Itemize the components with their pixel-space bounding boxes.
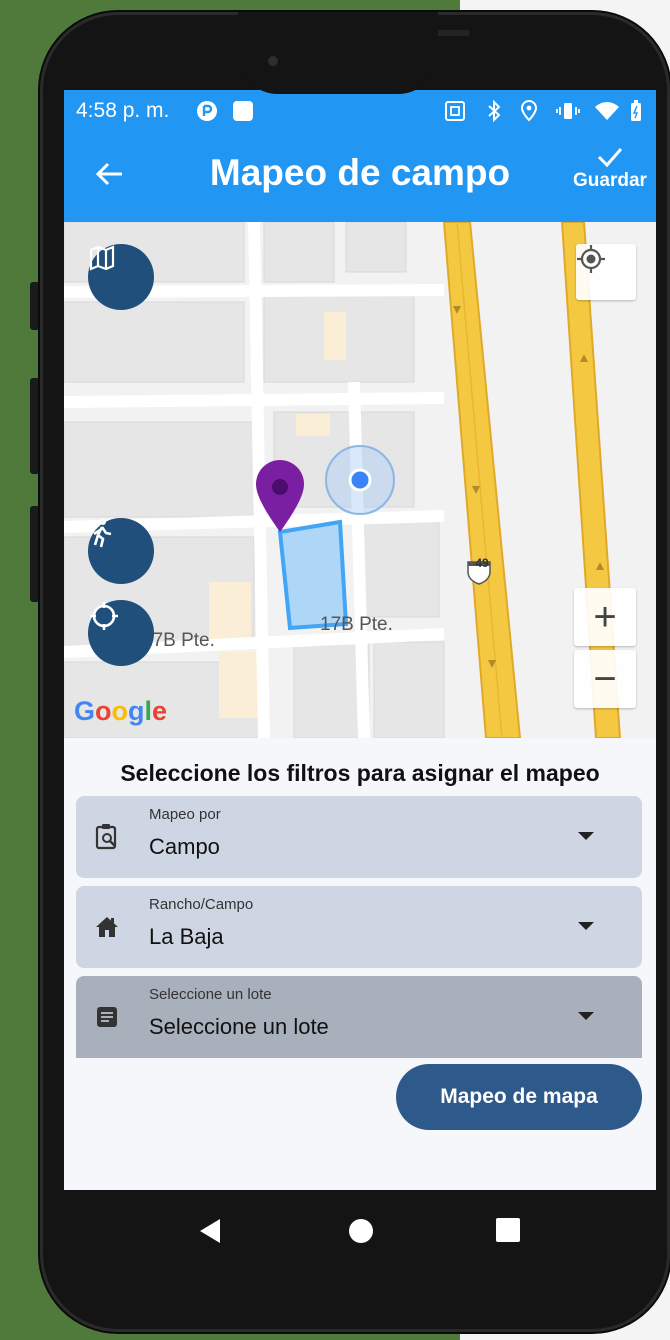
nav-home-button[interactable] xyxy=(348,1218,374,1249)
square-notification-icon xyxy=(232,100,254,122)
phone-side-button xyxy=(30,378,40,474)
location-status-icon xyxy=(520,100,538,122)
map-canvas xyxy=(64,222,656,738)
google-logo-text: Google xyxy=(74,696,167,726)
chevron-down-icon xyxy=(578,832,594,840)
clipboard-search-icon xyxy=(92,822,122,852)
chevron-down-icon xyxy=(578,1012,594,1020)
zoom-in-label: + xyxy=(593,594,617,639)
zoom-out-button[interactable]: − xyxy=(574,650,636,708)
system-navigation-bar xyxy=(64,1190,656,1270)
map-mapping-button[interactable]: Mapeo de mapa xyxy=(396,1064,642,1130)
ranch-field-dropdown[interactable]: Rancho/Campo La Baja xyxy=(76,886,642,968)
google-logo-letter: o xyxy=(95,696,112,726)
selected-plot xyxy=(277,519,349,631)
field-label: Seleccione un lote xyxy=(149,986,272,1003)
lot-dropdown[interactable]: Seleccione un lote Seleccione un lote xyxy=(76,976,642,1058)
field-label: Rancho/Campo xyxy=(149,896,254,913)
mapping-type-dropdown[interactable]: Mapeo por Campo xyxy=(76,796,642,878)
google-logo-letter: e xyxy=(152,696,168,726)
front-camera xyxy=(268,56,278,66)
field-value: Seleccione un lote xyxy=(149,1014,329,1039)
app-bar: Mapeo de campo Guardar xyxy=(64,134,656,222)
save-button[interactable]: Guardar xyxy=(564,142,656,192)
my-location-icon xyxy=(577,245,605,273)
center-map-button[interactable] xyxy=(88,600,154,666)
status-bar: 4:58 p. m. xyxy=(64,90,656,134)
phone-notch xyxy=(238,12,438,94)
check-icon xyxy=(597,148,623,168)
app-notification-icon xyxy=(196,100,218,122)
vibrate-icon xyxy=(556,100,580,122)
save-label: Guardar xyxy=(573,170,647,191)
app-screen: 4:58 p. m. Mapeo de campo Guardar 17B Pt… xyxy=(64,90,656,1190)
recents-square-icon xyxy=(496,1218,520,1242)
field-label: Mapeo por xyxy=(149,806,221,823)
google-logo-letter: o xyxy=(111,696,129,726)
map-view[interactable]: 17B Pte. 17B Pte. 49 + − Google xyxy=(64,222,656,738)
zoom-out-label: − xyxy=(593,656,617,701)
field-value: La Baja xyxy=(149,924,224,949)
google-logo: Google xyxy=(74,696,167,727)
form-heading: Seleccione los filtros para asignar el m… xyxy=(120,760,600,786)
battery-icon xyxy=(630,100,642,122)
map-layers-button[interactable] xyxy=(88,244,154,310)
street-label: 17B Pte. xyxy=(320,614,393,635)
google-logo-letter: G xyxy=(74,696,96,726)
map-icon xyxy=(89,245,115,271)
crosshair-icon xyxy=(90,602,118,630)
zoom-in-button[interactable]: + xyxy=(574,588,636,646)
field-value: Campo xyxy=(149,834,220,859)
note-icon xyxy=(92,1002,122,1032)
nfc-icon xyxy=(444,100,466,122)
walk-icon xyxy=(93,519,112,548)
google-logo-letter: l xyxy=(144,696,153,726)
home-circle-icon xyxy=(349,1219,373,1243)
phone-side-button xyxy=(30,282,40,330)
phone-side-button xyxy=(30,506,40,602)
google-logo-letter: g xyxy=(128,696,145,726)
my-location-button[interactable] xyxy=(576,244,636,300)
wifi-icon xyxy=(594,100,620,122)
map-mapping-label: Mapeo de mapa xyxy=(440,1085,598,1108)
nav-back-button[interactable] xyxy=(198,1218,222,1249)
highway-shield-number: 49 xyxy=(475,556,489,570)
walk-mode-button[interactable] xyxy=(88,518,154,584)
user-location-dot xyxy=(348,468,372,492)
back-triangle-icon xyxy=(200,1219,220,1243)
status-time: 4:58 p. m. xyxy=(76,99,170,122)
house-icon xyxy=(92,912,122,942)
nav-recents-button[interactable] xyxy=(496,1218,520,1247)
bluetooth-icon xyxy=(486,100,502,122)
chevron-down-icon xyxy=(578,922,594,930)
